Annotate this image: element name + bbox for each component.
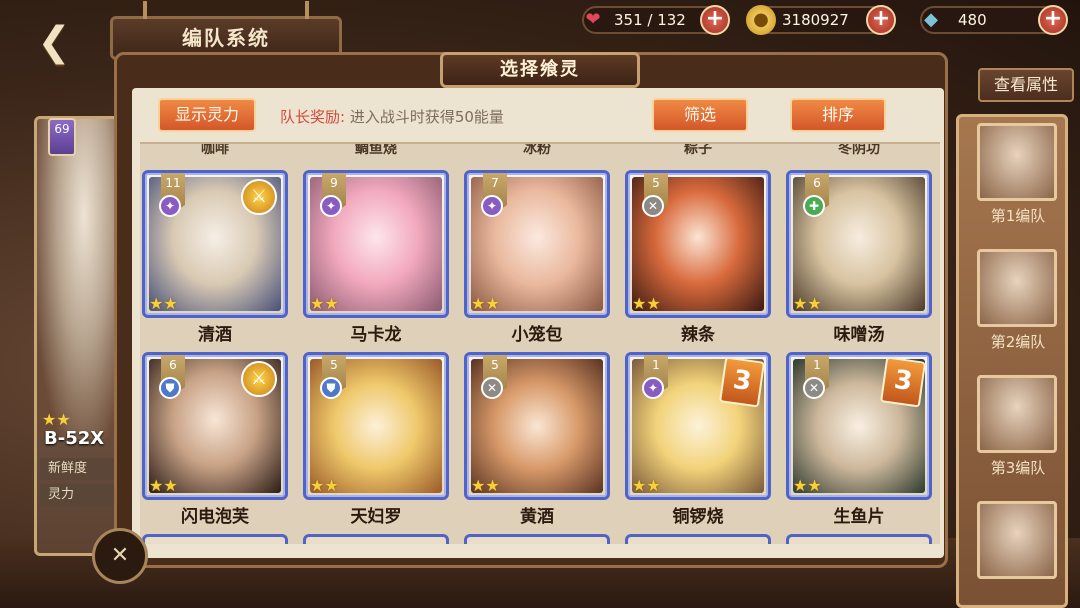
- team-4-thumbnail: [977, 501, 1057, 579]
- page-title: 编队系统: [182, 26, 270, 50]
- type-icon: ✕: [642, 195, 664, 217]
- partial-card: [464, 534, 610, 544]
- card-name: 辣条: [681, 325, 715, 345]
- type-icon: ✦: [481, 195, 503, 217]
- card-name: 生鱼片: [833, 507, 885, 527]
- gems-resource: ◆ 480 +: [920, 5, 1068, 35]
- spirit-card[interactable]: 5 ✕ ★★: [625, 170, 771, 318]
- equipment-icon: ⚔: [241, 361, 277, 397]
- spirit-card[interactable]: 6 ✚ ★★: [786, 170, 932, 318]
- type-icon: ⛊: [159, 377, 181, 399]
- character-stars: ★★: [42, 410, 71, 429]
- crystal-icon: ◆: [924, 9, 938, 30]
- partial-card: [786, 534, 932, 544]
- star-rating: ★★: [149, 476, 178, 495]
- card-name: 清酒: [198, 325, 232, 345]
- team-panel: 第1编队 第2编队 第3编队: [956, 114, 1068, 608]
- spirit-card[interactable]: 1 ✕ 3 ★★: [786, 352, 932, 500]
- rank-card-badge: 3: [718, 356, 766, 408]
- team-3-label: 第3编队: [990, 459, 1046, 477]
- partial-card-name: 粽子: [684, 142, 712, 157]
- spirit-grid[interactable]: 咖啡 鲷鱼烧 冰粉 粽子 冬阴功 11 ✦ ⚔ ★★ 清酒 9 ✦ ★★ 马卡龙…: [140, 142, 940, 544]
- character-level: 69: [54, 122, 70, 136]
- captain-bonus: 队长奖励: 进入战斗时获得50能量: [280, 106, 504, 127]
- coins-resource: ● 3180927 +: [746, 5, 896, 35]
- rope-right: [305, 1, 309, 19]
- add-stamina-button[interactable]: +: [700, 5, 730, 35]
- add-gems-button[interactable]: +: [1038, 5, 1068, 35]
- type-icon: ✦: [159, 195, 181, 217]
- card-name: 铜锣烧: [672, 507, 724, 527]
- team-2-thumbnail: [977, 249, 1057, 327]
- stamina-resource: ❤ 351 / 132 +: [582, 5, 730, 35]
- back-button[interactable]: ❮: [22, 20, 86, 64]
- team-3[interactable]: 第3编队: [977, 375, 1059, 478]
- coin-icon: ●: [746, 5, 776, 35]
- spirit-card[interactable]: 5 ✕ ★★: [464, 352, 610, 500]
- card-name: 天妇罗: [350, 507, 402, 527]
- star-rating: ★★: [471, 294, 500, 313]
- back-arrow-icon: ❮: [37, 19, 71, 65]
- team-1-thumbnail: [977, 123, 1057, 201]
- spirit-card[interactable]: 6 ⛊ ⚔ ★★: [142, 352, 288, 500]
- view-attributes-button[interactable]: 查看属性: [978, 68, 1074, 102]
- coins-value: 3180927: [782, 11, 849, 29]
- card-name: 小笼包: [511, 325, 563, 345]
- star-rating: ★★: [632, 476, 661, 495]
- add-coins-button[interactable]: +: [866, 5, 896, 35]
- heart-icon: ❤: [585, 9, 601, 30]
- character-level-badge: 69: [48, 118, 76, 156]
- card-name: 黄酒: [520, 507, 554, 527]
- type-icon: ✚: [803, 195, 825, 217]
- star-rating: ★★: [149, 294, 178, 313]
- star-rating: ★★: [310, 476, 339, 495]
- partial-card-name: 冬阴功: [838, 142, 880, 157]
- star-rating: ★★: [310, 294, 339, 313]
- team-2[interactable]: 第2编队: [977, 249, 1059, 352]
- show-spirit-button[interactable]: 显示灵力: [158, 98, 256, 132]
- type-icon: ✦: [320, 195, 342, 217]
- spirit-card[interactable]: 1 ✦ 3 ★★: [625, 352, 771, 500]
- partial-card-name: 咖啡: [201, 142, 229, 157]
- card-name: 闪电泡芙: [181, 507, 249, 527]
- spirit-card[interactable]: 5 ⛊ ★★: [303, 352, 449, 500]
- stamina-value: 351 / 132: [614, 11, 686, 29]
- spirit-card[interactable]: 11 ✦ ⚔ ★★: [142, 170, 288, 318]
- team-1[interactable]: 第1编队: [977, 123, 1059, 226]
- card-name: 马卡龙: [350, 325, 402, 345]
- card-name: 味噌汤: [833, 325, 885, 345]
- type-icon: ✕: [803, 377, 825, 399]
- partial-card-name: 冰粉: [523, 142, 551, 157]
- star-rating: ★★: [632, 294, 661, 313]
- star-rating: ★★: [793, 294, 822, 313]
- star-rating: ★★: [793, 476, 822, 495]
- captain-bonus-label: 队长奖励:: [280, 108, 346, 126]
- filter-button[interactable]: 筛选: [652, 98, 748, 132]
- partial-card: [142, 534, 288, 544]
- sort-button[interactable]: 排序: [790, 98, 886, 132]
- partial-card-name: 鲷鱼烧: [355, 142, 397, 157]
- star-rating: ★★: [471, 476, 500, 495]
- gems-value: 480: [958, 11, 987, 29]
- fork-knife-icon[interactable]: ✕: [92, 528, 148, 584]
- type-icon: ✦: [642, 377, 664, 399]
- team-3-thumbnail: [977, 375, 1057, 453]
- modal-title: 选择飨灵: [440, 52, 640, 88]
- partial-card: [303, 534, 449, 544]
- rope-left: [143, 1, 147, 19]
- type-icon: ✕: [481, 377, 503, 399]
- team-1-label: 第1编队: [990, 207, 1046, 225]
- type-icon: ⛊: [320, 377, 342, 399]
- partial-card: [625, 534, 771, 544]
- team-2-label: 第2编队: [990, 333, 1046, 351]
- spirit-card[interactable]: 9 ✦ ★★: [303, 170, 449, 318]
- equipment-icon: ⚔: [241, 179, 277, 215]
- team-4[interactable]: [977, 501, 1059, 579]
- spirit-card[interactable]: 7 ✦ ★★: [464, 170, 610, 318]
- captain-bonus-text: 进入战斗时获得50能量: [349, 108, 504, 126]
- rank-card-badge: 3: [879, 356, 927, 408]
